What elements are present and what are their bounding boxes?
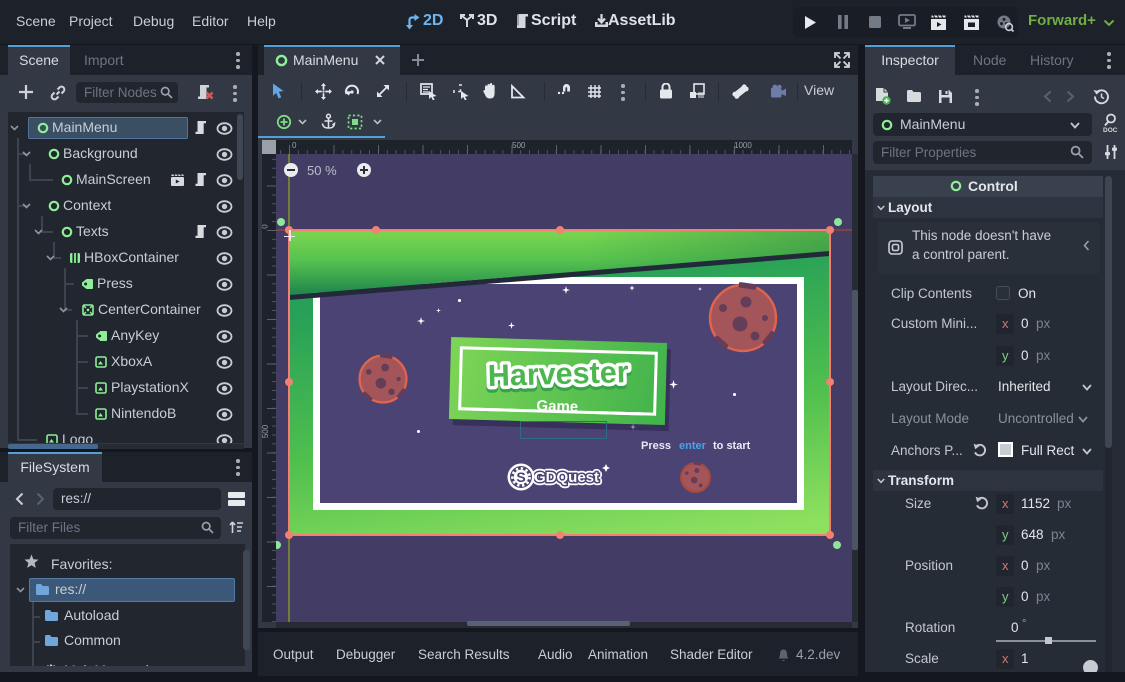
svg-text:GDQuest: GDQuest xyxy=(534,469,599,486)
svg-text:Harvester: Harvester xyxy=(487,355,629,393)
svg-text:S: S xyxy=(516,469,525,485)
svg-text:DOC: DOC xyxy=(1103,127,1118,133)
